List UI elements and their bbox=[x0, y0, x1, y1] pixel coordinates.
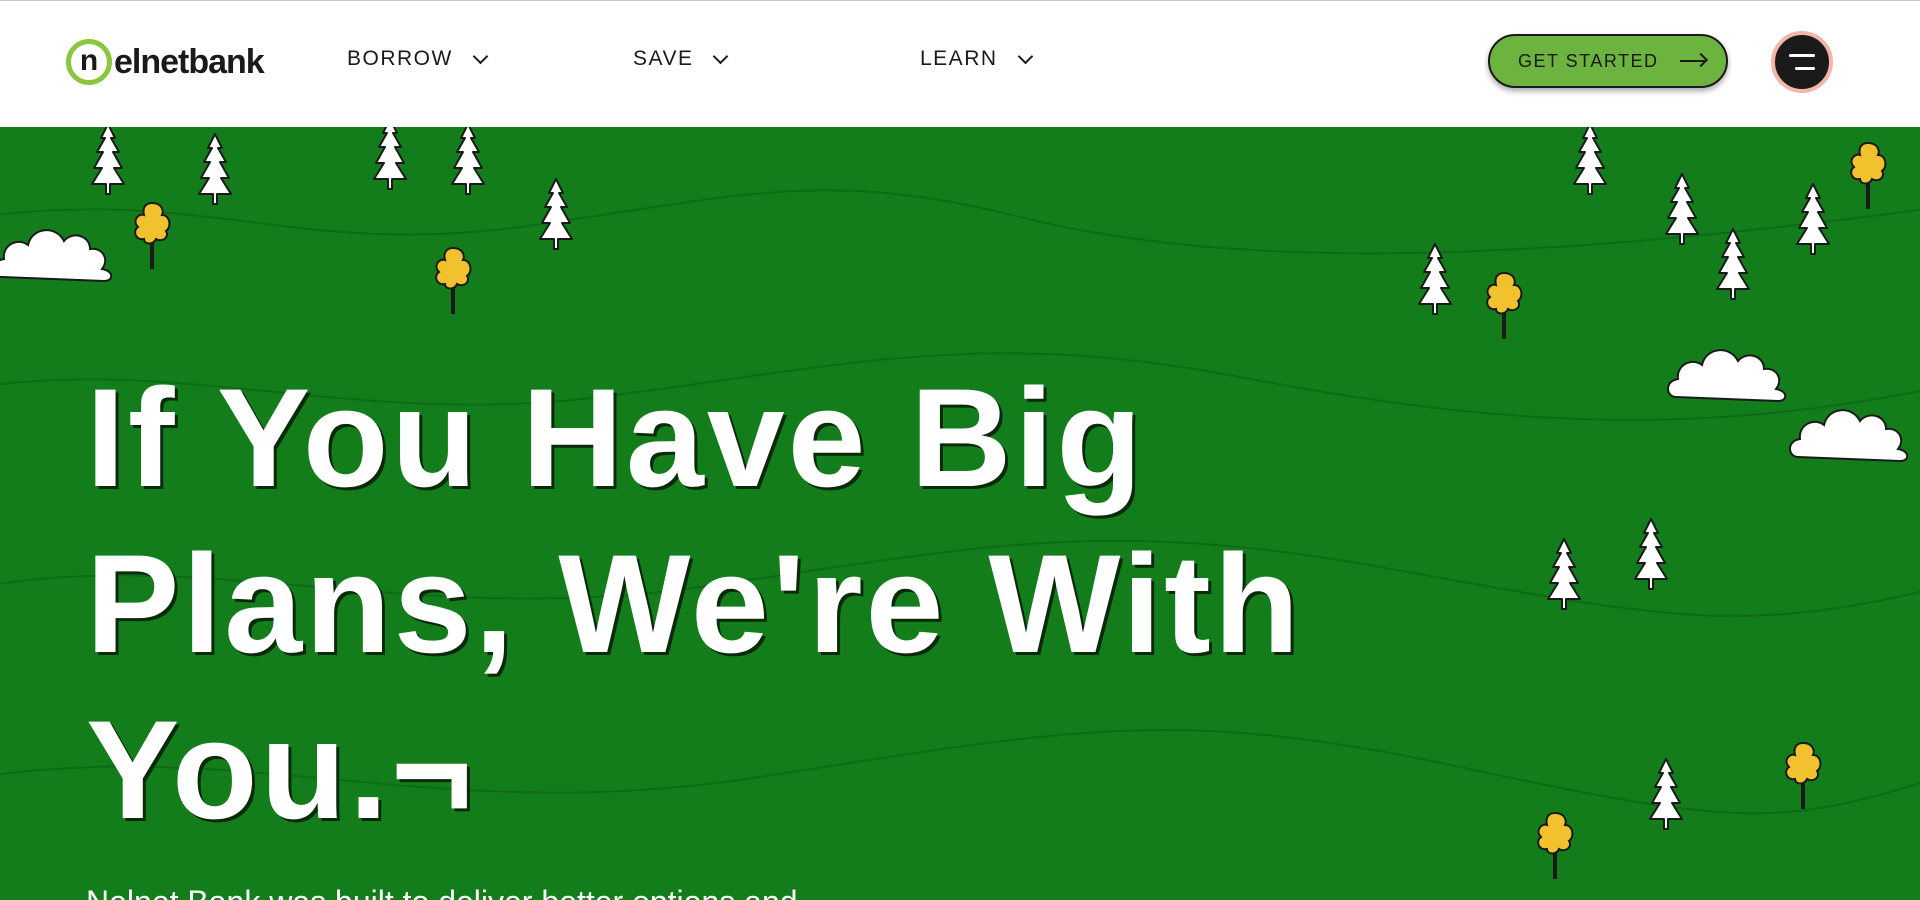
nav-borrow[interactable]: BORROW bbox=[347, 47, 489, 71]
menu-icon bbox=[1789, 54, 1815, 57]
menu-button[interactable] bbox=[1771, 31, 1833, 93]
chevron-down-icon bbox=[713, 48, 729, 64]
arrow-right-icon bbox=[1680, 60, 1706, 62]
hero-subtext: Nelnet Bank was built to deliver better … bbox=[86, 884, 798, 900]
chevron-down-icon bbox=[1017, 48, 1033, 64]
chevron-down-icon bbox=[472, 48, 489, 64]
nelnetbank-logo[interactable]: n elnetbank bbox=[66, 37, 265, 87]
menu-icon-line bbox=[1795, 67, 1815, 70]
nav-save[interactable]: SAVE bbox=[633, 47, 729, 71]
nav-learn-label: LEARN bbox=[920, 47, 998, 70]
get-started-button[interactable]: GET STARTED bbox=[1488, 34, 1728, 88]
hero-headline: If You Have Big Plans, We're With You.¬ bbox=[86, 359, 1303, 848]
get-started-label: GET STARTED bbox=[1518, 50, 1659, 71]
logo-mark: n bbox=[66, 39, 112, 85]
nav-learn[interactable]: LEARN bbox=[920, 47, 1033, 71]
nav-borrow-label: BORROW bbox=[347, 47, 453, 70]
site-header: n elnetbank BORROW SAVE LEARN GET STARTE… bbox=[0, 0, 1920, 127]
nav-save-label: SAVE bbox=[633, 47, 694, 70]
logo-text: elnetbank bbox=[114, 42, 265, 81]
hero-section: If You Have Big Plans, We're With You.¬ … bbox=[0, 127, 1920, 900]
